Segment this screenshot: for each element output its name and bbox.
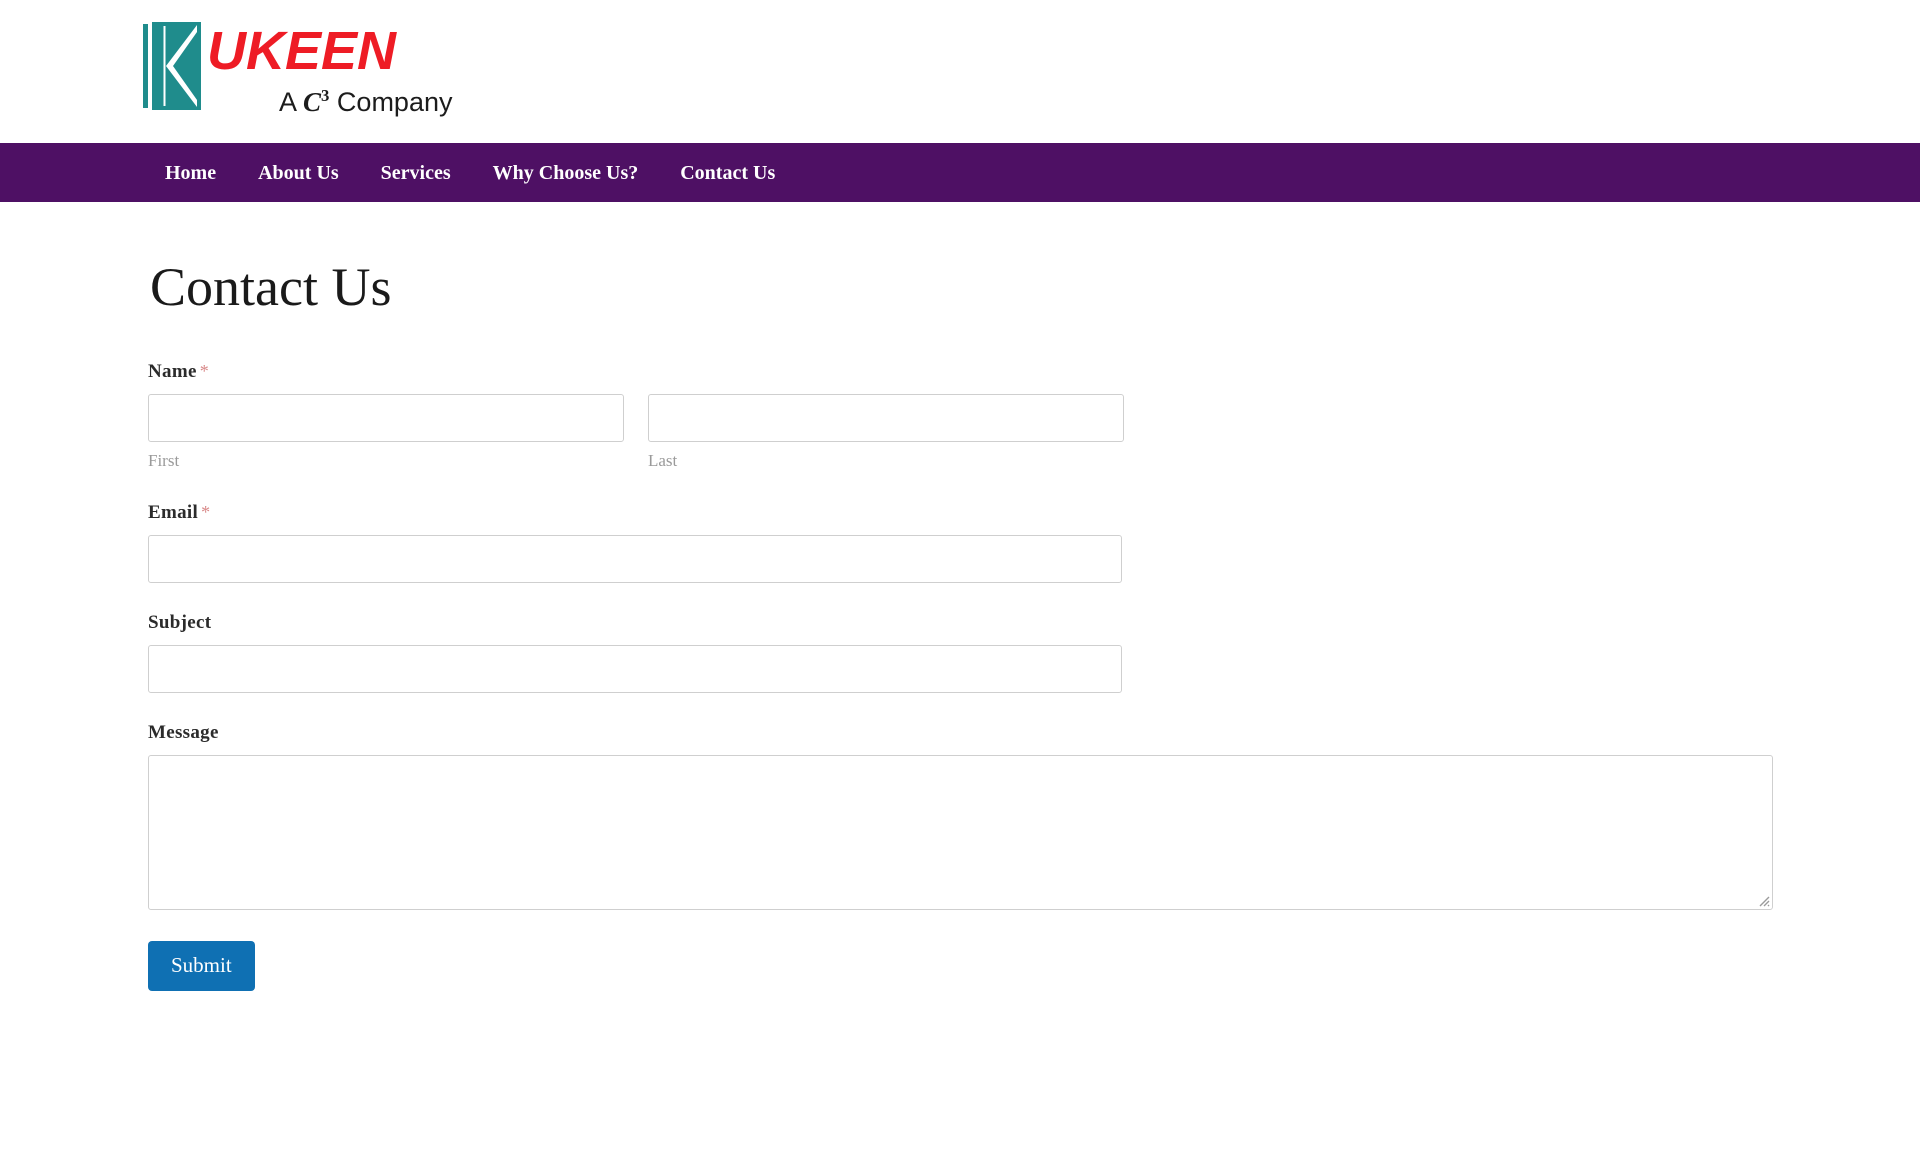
field-email-label: Email * xyxy=(148,502,1920,524)
field-message-label: Message xyxy=(148,722,219,743)
site-header: UKEEN A C3 Company xyxy=(0,0,1920,143)
tagline-c3: C3 xyxy=(303,86,329,117)
message-textarea[interactable] xyxy=(149,756,1772,909)
logo-tagline: A C3 Company xyxy=(279,81,452,117)
nav-item-contact-us[interactable]: Contact Us xyxy=(659,163,796,183)
first-name-sub-label: First xyxy=(148,451,180,470)
logo-brand-text: UKEEN xyxy=(207,21,397,81)
field-name-label-text: Name xyxy=(148,361,197,382)
email-input[interactable] xyxy=(148,535,1122,583)
site-logo[interactable]: UKEEN A C3 Company xyxy=(143,22,452,117)
submit-button[interactable]: Submit xyxy=(148,941,255,991)
subject-input[interactable] xyxy=(148,645,1122,693)
tagline-suffix: Company xyxy=(329,87,453,117)
ukeen-k-logo-icon xyxy=(143,22,201,110)
last-name-sub-label: Last xyxy=(648,451,678,470)
first-name-input[interactable] xyxy=(148,394,624,442)
spacer-after-subject xyxy=(148,693,1920,722)
message-textarea-wrapper xyxy=(148,755,1773,910)
nav-item-why-choose-us[interactable]: Why Choose Us? xyxy=(472,163,660,183)
nav-item-home[interactable]: Home xyxy=(143,163,237,183)
spacer-after-name xyxy=(148,471,1920,502)
nav-item-services[interactable]: Services xyxy=(360,163,472,183)
name-last-group: Last xyxy=(648,394,1124,471)
field-subject-label: Subject xyxy=(148,612,212,633)
field-email-label-text: Email xyxy=(148,502,199,523)
field-email-required-marker: * xyxy=(201,502,211,522)
field-message: Message xyxy=(148,722,1920,910)
field-name: Name * First Last xyxy=(148,361,1920,471)
page-title: Contact Us xyxy=(150,257,392,317)
main-navigation: Home About Us Services Why Choose Us? Co… xyxy=(0,143,1920,202)
last-name-input[interactable] xyxy=(648,394,1124,442)
field-subject: Subject xyxy=(148,612,1920,693)
page-content: Contact Us Name * First Last Email * Subje… xyxy=(0,202,1920,991)
nav-items-container: Home About Us Services Why Choose Us? Co… xyxy=(143,163,796,183)
tagline-prefix: A xyxy=(279,87,304,117)
field-name-label: Name * xyxy=(148,361,1920,383)
field-email: Email * xyxy=(148,502,1920,583)
spacer-after-email xyxy=(148,583,1920,612)
nav-item-about-us[interactable]: About Us xyxy=(237,163,360,183)
name-first-group: First xyxy=(148,394,624,471)
field-name-required-marker: * xyxy=(199,361,209,381)
logo-wordmark: UKEEN A C3 Company xyxy=(207,22,452,117)
tagline-c-letter: C xyxy=(303,87,322,117)
name-inputs-row: First Last xyxy=(148,394,1920,471)
